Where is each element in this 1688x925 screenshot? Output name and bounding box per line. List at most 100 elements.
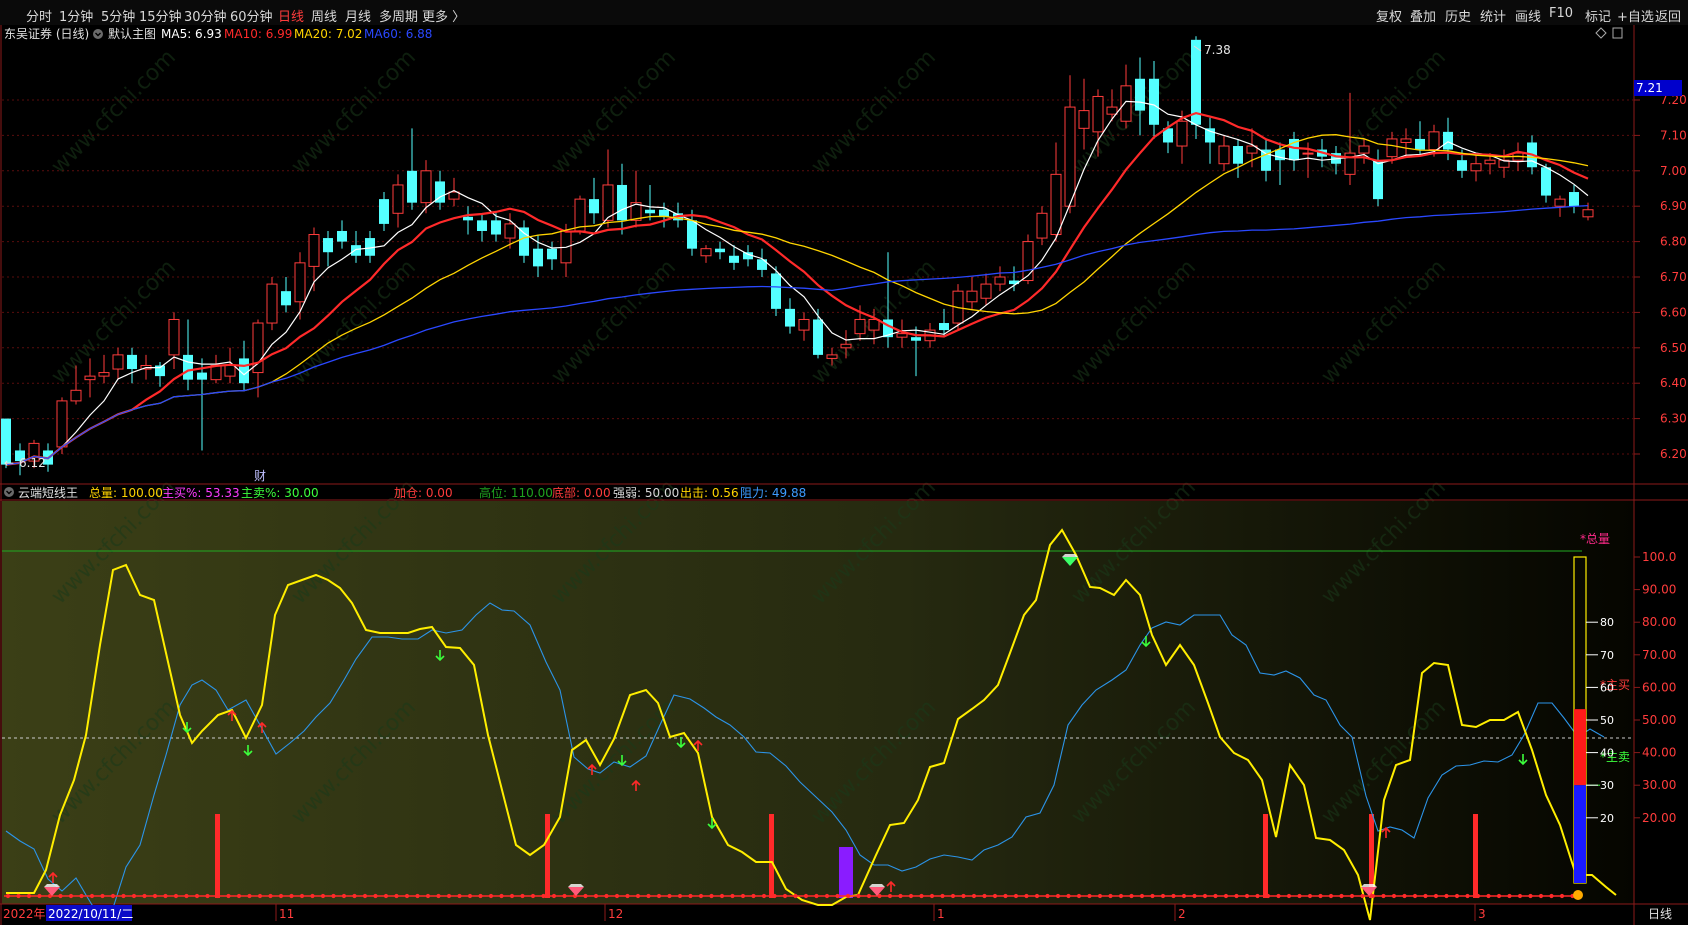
period-tab-monthly[interactable]: 月线 bbox=[345, 6, 371, 25]
baseline-dot bbox=[1003, 893, 1008, 899]
overlay-button[interactable]: 叠加 bbox=[1410, 6, 1436, 25]
candle-body-up bbox=[700, 248, 712, 257]
back-button[interactable]: 返回 bbox=[1655, 6, 1681, 25]
baseline-dot bbox=[26, 893, 32, 899]
baseline-dot bbox=[1045, 893, 1050, 899]
sub-tick-label: 90.00 bbox=[1642, 583, 1676, 597]
add-position-label: 加仓: 0.00 bbox=[394, 486, 453, 500]
period-tab-fenshi[interactable]: 分时 bbox=[26, 6, 52, 25]
candle-body-up bbox=[1554, 198, 1566, 207]
ma5-label: MA5: 6.93 bbox=[161, 27, 222, 41]
candle-body-down bbox=[911, 337, 921, 341]
baseline-dot bbox=[1370, 893, 1376, 899]
baseline-dot bbox=[1465, 893, 1470, 899]
candle-body-down bbox=[197, 372, 207, 380]
baseline-dot bbox=[1486, 893, 1491, 899]
baseline-dot bbox=[541, 893, 546, 899]
candle-body-up bbox=[308, 234, 320, 267]
baseline-dot bbox=[163, 893, 168, 899]
baseline-dot bbox=[110, 893, 116, 899]
period-tab-1min[interactable]: 1分钟 bbox=[59, 6, 93, 25]
indicator-name[interactable]: 默认主图 bbox=[108, 26, 156, 41]
ma60-label: MA60: 6.88 bbox=[364, 27, 432, 41]
baseline-dot bbox=[835, 893, 840, 899]
candle-body-down bbox=[533, 248, 543, 267]
period-tab-30min[interactable]: 30分钟 bbox=[184, 6, 227, 25]
baseline-dot bbox=[961, 893, 966, 899]
total-volume-label: 总量: 100.00 bbox=[89, 486, 163, 500]
candle-body-up bbox=[1064, 106, 1076, 207]
baseline-dot bbox=[520, 893, 525, 899]
baseline-dot bbox=[1402, 893, 1407, 899]
kline-chart[interactable]: www.cfchi.com www.cfchi.com www.cfchi.com w… bbox=[0, 25, 1688, 925]
period-indicator[interactable]: 日线 bbox=[1648, 907, 1672, 921]
candle-body-up bbox=[1092, 95, 1104, 133]
baseline-dot bbox=[1318, 893, 1323, 899]
sub-indicator-name[interactable]: 云端短线王 bbox=[18, 486, 78, 500]
baseline-dot bbox=[1381, 893, 1386, 899]
stock-title[interactable]: 东吴证券 (日线) bbox=[4, 26, 89, 41]
candle-body-up bbox=[1386, 138, 1398, 158]
baseline-dot bbox=[751, 893, 756, 899]
candle-body-up bbox=[1176, 120, 1188, 147]
gauge-tick-label: 70 bbox=[1600, 649, 1614, 662]
baseline-dot bbox=[982, 893, 987, 899]
high-level-label: 高位: 110.00 bbox=[479, 485, 553, 500]
period-tab-more[interactable]: 更多 〉 bbox=[422, 6, 465, 25]
baseline-dot bbox=[205, 893, 210, 899]
signal-bar bbox=[1263, 814, 1268, 898]
baseline-dot bbox=[394, 893, 399, 899]
candle-body-down bbox=[519, 227, 529, 256]
period-tab-60min[interactable]: 60分钟 bbox=[230, 6, 273, 25]
period-tab-weekly[interactable]: 周线 bbox=[311, 6, 337, 25]
baseline-dot bbox=[929, 893, 935, 899]
baseline-dot bbox=[1244, 893, 1250, 899]
baseline-dot bbox=[856, 893, 861, 899]
gauge-tick-label: 20 bbox=[1600, 812, 1614, 825]
period-tab-daily[interactable]: 日线 bbox=[278, 6, 304, 25]
baseline-dot bbox=[908, 893, 914, 899]
baseline-dot bbox=[331, 893, 336, 899]
candle-body-down bbox=[183, 354, 193, 380]
baseline-dot bbox=[1391, 893, 1397, 899]
statistics-button[interactable]: 统计 bbox=[1480, 6, 1506, 25]
candle-body-up bbox=[1302, 152, 1314, 155]
baseline-dot bbox=[247, 893, 252, 899]
candle-body-up bbox=[1428, 131, 1440, 151]
price-tick-label: 6.60 bbox=[1660, 305, 1687, 319]
candle-body-down bbox=[589, 199, 599, 214]
candle-body-up bbox=[994, 276, 1006, 285]
history-button[interactable]: 历史 bbox=[1445, 6, 1471, 25]
period-tab-5min[interactable]: 5分钟 bbox=[101, 6, 135, 25]
candle-body-up bbox=[420, 170, 432, 204]
baseline-dot bbox=[1276, 893, 1281, 899]
candle-body-up bbox=[98, 372, 110, 377]
price-tick-label: 6.70 bbox=[1660, 270, 1687, 284]
period-tab-multi[interactable]: 多周期 bbox=[379, 6, 418, 25]
candle-body-down bbox=[1415, 138, 1425, 150]
candle-body-up bbox=[448, 191, 460, 200]
baseline-dot bbox=[1213, 893, 1218, 899]
baseline-dot bbox=[341, 893, 347, 899]
candle-body-up bbox=[84, 375, 96, 381]
finance-marker[interactable]: 财 bbox=[254, 469, 266, 483]
gauge-tick-label: 30 bbox=[1600, 779, 1614, 792]
gauge-tick-label: 60 bbox=[1600, 681, 1614, 694]
candle-body-up bbox=[1582, 209, 1594, 218]
add-watchlist-button[interactable]: +自选 bbox=[1617, 6, 1654, 25]
dropdown-icon[interactable] bbox=[4, 487, 14, 497]
baseline-dot bbox=[425, 893, 431, 899]
candle-body-up bbox=[896, 333, 908, 338]
mark-button[interactable]: 标记 bbox=[1585, 6, 1611, 25]
fuquan-button[interactable]: 复权 bbox=[1376, 6, 1402, 25]
baseline-dot bbox=[1517, 893, 1523, 899]
price-tick-label: 6.80 bbox=[1660, 235, 1687, 249]
dropdown-icon[interactable] bbox=[93, 29, 103, 39]
candle-body-down bbox=[127, 354, 137, 370]
draw-line-button[interactable]: 画线 bbox=[1515, 6, 1541, 25]
baseline-dot bbox=[593, 893, 599, 899]
period-tab-15min[interactable]: 15分钟 bbox=[139, 6, 182, 25]
f10-button[interactable]: F10 bbox=[1549, 6, 1573, 21]
baseline-dot bbox=[383, 893, 389, 899]
baseline-dot bbox=[310, 893, 315, 899]
